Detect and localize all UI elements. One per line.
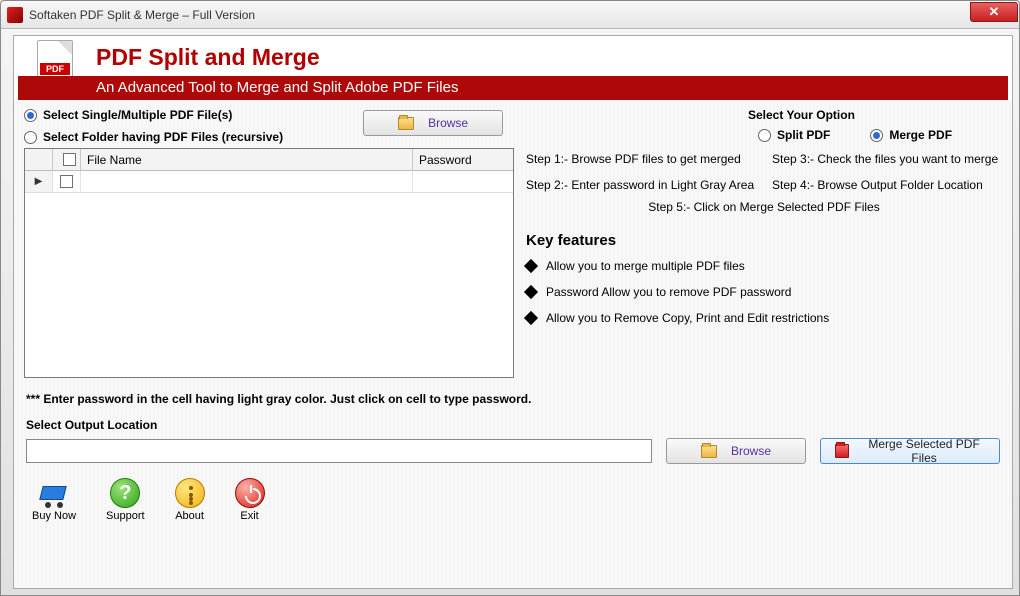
- app-icon: [7, 7, 23, 23]
- radio-select-files[interactable]: Select Single/Multiple PDF File(s): [24, 108, 283, 122]
- button-label: Merge Selected PDF Files: [863, 437, 985, 465]
- support-icon: ?: [110, 478, 140, 508]
- folder-icon: [701, 445, 717, 458]
- close-button[interactable]: ✕: [970, 2, 1018, 22]
- feature-text: Allow you to Remove Copy, Print and Edit…: [546, 311, 829, 325]
- option-box: Select Your Option Split PDF Merge PDF: [748, 108, 988, 142]
- step-text: Step 3:- Check the files you want to mer…: [772, 152, 1002, 166]
- merge-folder-icon: [835, 444, 849, 458]
- radio-icon: [870, 129, 883, 142]
- step-text: Step 2:- Enter password in Light Gray Ar…: [526, 178, 756, 192]
- radio-label: Split PDF: [777, 128, 830, 142]
- option-box-title: Select Your Option: [748, 108, 988, 122]
- content-area: Select Single/Multiple PDF File(s) Selec…: [14, 100, 1012, 588]
- support-button[interactable]: ? Support: [106, 478, 145, 522]
- browse-source-button[interactable]: Browse: [363, 110, 503, 136]
- feature-text: Password Allow you to remove PDF passwor…: [546, 285, 791, 299]
- button-label: Buy Now: [32, 510, 76, 522]
- logo-pdf-text: PDF: [40, 63, 70, 75]
- grid-header-filename[interactable]: File Name: [81, 149, 413, 170]
- grid-header: File Name Password: [25, 149, 513, 171]
- output-path-input[interactable]: [26, 439, 652, 463]
- radio-label: Merge PDF: [889, 128, 952, 142]
- checkbox-icon: [60, 175, 73, 188]
- buy-now-button[interactable]: Buy Now: [32, 480, 76, 522]
- top-controls: Select Single/Multiple PDF File(s) Selec…: [14, 100, 1012, 148]
- row-checkbox-cell[interactable]: [53, 171, 81, 192]
- titlebar[interactable]: Softaken PDF Split & Merge – Full Versio…: [1, 1, 1019, 29]
- app-window: Softaken PDF Split & Merge – Full Versio…: [0, 0, 1020, 596]
- checkbox-icon: [63, 153, 76, 166]
- grid-header-selector: [25, 149, 53, 170]
- radio-label: Select Single/Multiple PDF File(s): [43, 108, 232, 122]
- browse-output-button[interactable]: Browse: [666, 438, 806, 464]
- key-features-title: Key features: [526, 232, 1002, 249]
- header-banner: PDF CHAMP PDF Split and Merge An Advance…: [18, 40, 1008, 100]
- folder-icon: [398, 117, 414, 130]
- radio-label: Select Folder having PDF Files (recursiv…: [43, 130, 283, 144]
- close-icon: ✕: [989, 4, 1000, 20]
- password-hint: *** Enter password in the cell having li…: [14, 378, 1012, 410]
- steps-grid: Step 1:- Browse PDF files to get merged …: [526, 152, 1002, 192]
- button-label: About: [175, 510, 204, 522]
- diamond-icon: [524, 285, 538, 299]
- grid-header-checkbox[interactable]: [53, 149, 81, 170]
- radio-select-folder[interactable]: Select Folder having PDF Files (recursiv…: [24, 130, 283, 144]
- feature-item: Password Allow you to remove PDF passwor…: [526, 285, 1002, 299]
- step-text: Step 1:- Browse PDF files to get merged: [526, 152, 756, 166]
- row-filename-cell[interactable]: [81, 171, 413, 192]
- merge-selected-button[interactable]: Merge Selected PDF Files: [820, 438, 1000, 464]
- output-label: Select Output Location: [26, 418, 1000, 432]
- step-text: Step 4:- Browse Output Folder Location: [772, 178, 1002, 192]
- row-indicator-icon: ▶: [35, 176, 43, 187]
- radio-merge-pdf[interactable]: Merge PDF: [870, 128, 952, 142]
- button-label: Support: [106, 510, 145, 522]
- button-label: Exit: [240, 510, 258, 522]
- button-label: Browse: [731, 444, 771, 458]
- feature-text: Allow you to merge multiple PDF files: [546, 259, 745, 273]
- cart-icon: [37, 480, 71, 508]
- grid-header-password[interactable]: Password: [413, 149, 513, 170]
- source-radio-group: Select Single/Multiple PDF File(s) Selec…: [24, 108, 283, 144]
- feature-item: Allow you to Remove Copy, Print and Edit…: [526, 311, 1002, 325]
- row-indicator-cell: ▶: [25, 171, 53, 192]
- banner-title: PDF Split and Merge: [96, 44, 320, 71]
- power-icon: [235, 478, 265, 508]
- row-password-cell[interactable]: [413, 171, 513, 192]
- radio-icon: [24, 109, 37, 122]
- radio-icon: [758, 129, 771, 142]
- bottom-toolbar: Buy Now ? Support About Exit: [14, 472, 1012, 524]
- grid-row[interactable]: ▶: [25, 171, 513, 193]
- banner-subtitle: An Advanced Tool to Merge and Split Adob…: [18, 76, 1008, 100]
- diamond-icon: [524, 311, 538, 325]
- step-text: Step 5:- Click on Merge Selected PDF Fil…: [526, 200, 1002, 214]
- window-body: PDF CHAMP PDF Split and Merge An Advance…: [13, 35, 1013, 589]
- radio-split-pdf[interactable]: Split PDF: [758, 128, 830, 142]
- file-grid[interactable]: File Name Password ▶: [24, 148, 514, 378]
- radio-icon: [24, 131, 37, 144]
- diamond-icon: [524, 259, 538, 273]
- exit-button[interactable]: Exit: [235, 478, 265, 522]
- button-label: Browse: [428, 116, 468, 130]
- output-section: Select Output Location Browse Merge Sele…: [14, 410, 1012, 472]
- info-icon: [175, 478, 205, 508]
- about-button[interactable]: About: [175, 478, 205, 522]
- mid-area: File Name Password ▶: [14, 148, 1012, 378]
- info-panel: Step 1:- Browse PDF files to get merged …: [526, 148, 1002, 378]
- pdf-file-icon: PDF: [37, 40, 73, 80]
- feature-item: Allow you to merge multiple PDF files: [526, 259, 1002, 273]
- window-title: Softaken PDF Split & Merge – Full Versio…: [29, 8, 255, 22]
